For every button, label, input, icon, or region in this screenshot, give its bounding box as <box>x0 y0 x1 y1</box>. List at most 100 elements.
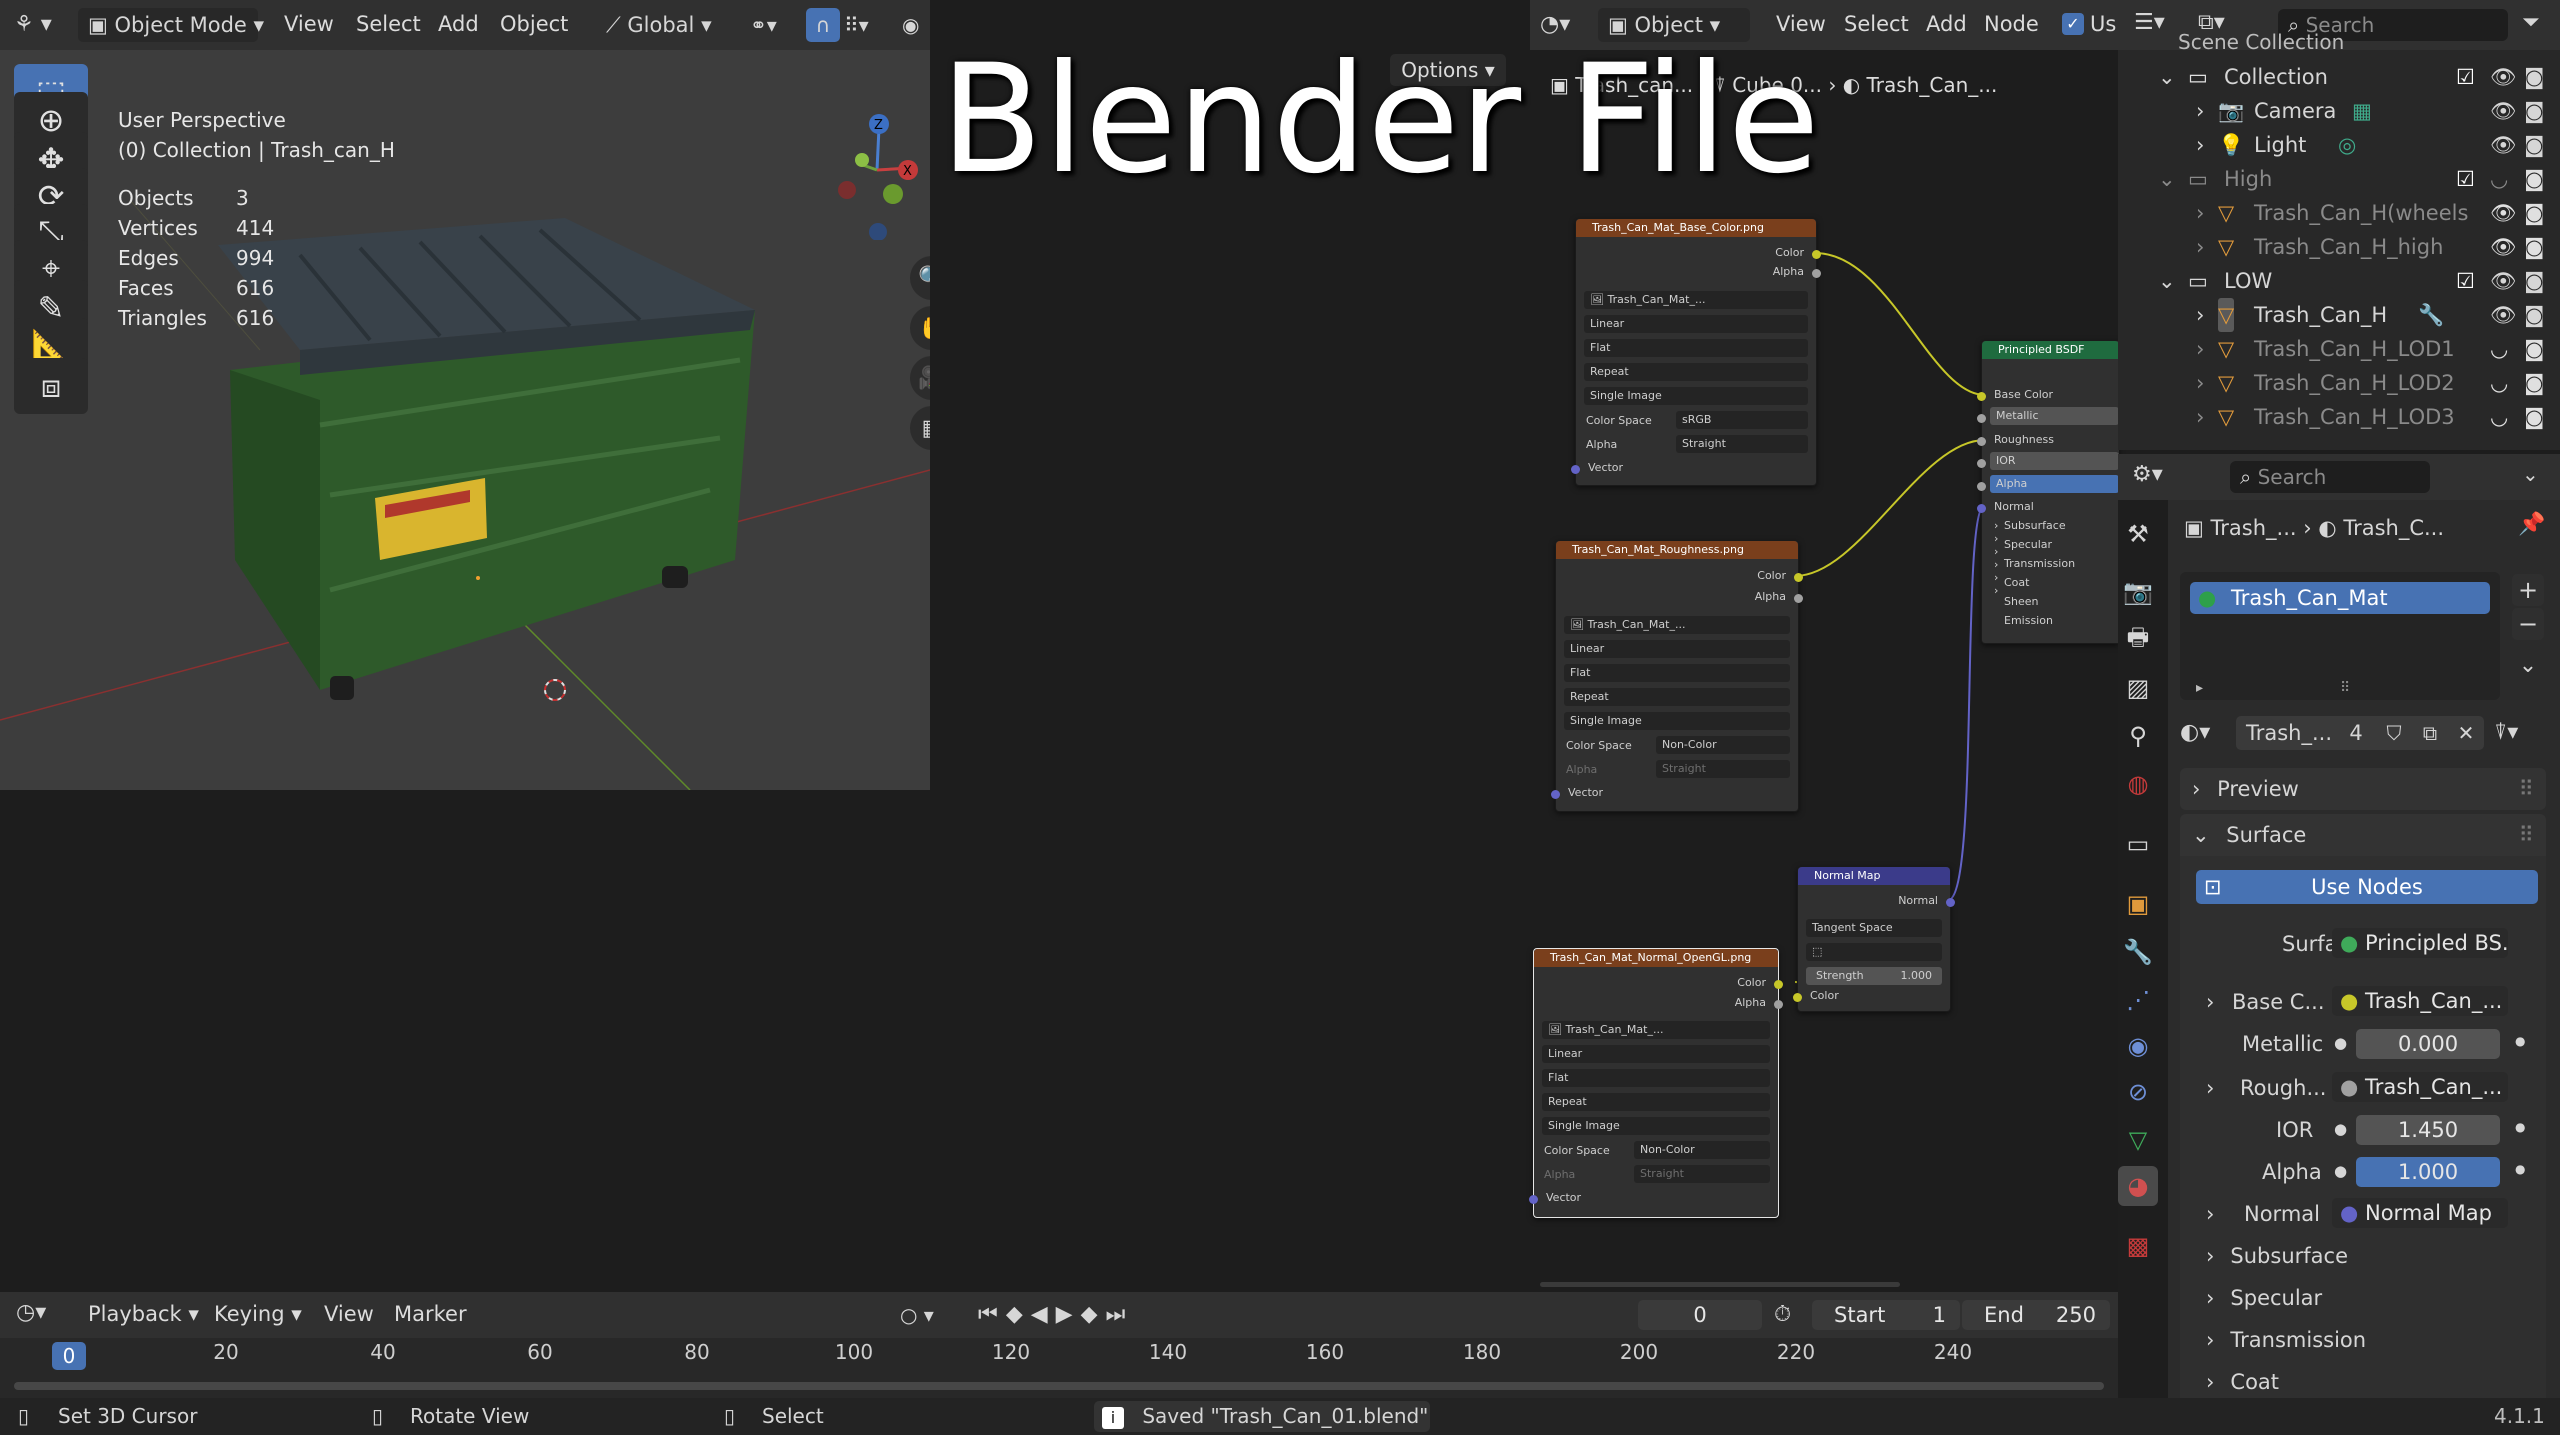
outliner-row-high-mesh[interactable]: › ▽ Trash_Can_H_high 👁 ◙ <box>2118 230 2560 264</box>
image-selector[interactable]: 🖼 Trash_Can_Mat_... <box>1542 1021 1770 1039</box>
include-checkbox[interactable]: ☑ <box>2456 264 2475 298</box>
breadcrumb-object[interactable]: Trash_... <box>2211 516 2297 540</box>
image-selector[interactable]: 🖼 Trash_Can_Mat_... <box>1564 616 1790 634</box>
tab-physics[interactable]: ◉ <box>2118 1026 2158 1066</box>
pin-button[interactable]: 📌 <box>2518 512 2545 537</box>
editor-type-button[interactable]: ⚘ ▾ <box>14 8 70 42</box>
subpanel-specular[interactable]: › Specular <box>2206 1286 2322 1310</box>
proportional-edit-toggle[interactable]: ◉ <box>902 8 930 42</box>
timeline-editor-type[interactable]: ◷▾ <box>16 1300 46 1325</box>
source-dropdown[interactable]: Single Image <box>1542 1117 1770 1135</box>
outliner-row-high[interactable]: ⌄ ▭ High ☑ ◡ ◙ <box>2118 162 2560 196</box>
eye-icon[interactable]: 👁 <box>2490 196 2517 230</box>
camera-render-icon[interactable]: ◙ <box>2524 196 2544 230</box>
subpanel-subsurface[interactable]: › Subsurface <box>2206 1244 2348 1268</box>
prop-normal-field[interactable]: ● Normal Map <box>2332 1198 2508 1228</box>
prop-ior-field[interactable]: 1.450 <box>2356 1115 2500 1145</box>
frame-end-field[interactable]: End 250 <box>1962 1300 2110 1330</box>
image-selector[interactable]: 🖼 Trash_Can_Mat_... <box>1584 291 1808 309</box>
camera-render-icon[interactable]: ◙ <box>2524 162 2544 196</box>
camera-render-icon[interactable]: ◙ <box>2524 230 2544 264</box>
uv-map-field[interactable]: ⬚ <box>1806 943 1942 961</box>
breadcrumb-material[interactable]: Trash_Can_... <box>1867 73 1998 97</box>
keyframe-dot-icon[interactable]: ● <box>2515 1120 2525 1134</box>
navigation-gizmo[interactable]: Z X <box>800 100 930 240</box>
prop-roughness-field[interactable]: ● Trash_Can_... <box>2332 1072 2508 1102</box>
node-menu-node[interactable]: Node <box>1984 12 2039 36</box>
tab-data[interactable]: ▽ <box>2118 1120 2158 1160</box>
current-frame-field[interactable]: 0 <box>1638 1300 1762 1330</box>
playhead[interactable]: 0 <box>52 1342 86 1370</box>
properties-options[interactable]: ⌄ <box>2522 462 2539 486</box>
section-sheen[interactable]: Sheen <box>2004 595 2038 608</box>
output-color-socket[interactable] <box>1774 980 1783 989</box>
interpolation-dropdown[interactable]: Linear <box>1584 315 1808 333</box>
output-alpha-socket[interactable] <box>1812 269 1821 278</box>
panel-surface[interactable]: ⌄ Surface ⠿ <box>2180 814 2546 856</box>
alpha-field[interactable]: Alpha <box>1990 475 2119 493</box>
input-color-socket[interactable] <box>1793 993 1802 1002</box>
strength-field[interactable]: Strength 1.000 <box>1806 967 1942 985</box>
include-checkbox[interactable]: ☑ <box>2456 162 2475 196</box>
eye-closed-icon[interactable]: ◡ <box>2490 400 2508 434</box>
panel-preview[interactable]: › Preview ⠿ <box>2180 768 2546 810</box>
prop-metallic-field[interactable]: 0.000 <box>2356 1029 2500 1059</box>
image-texture-node-normal[interactable]: Trash_Can_Mat_Normal_OpenGL.png Color Al… <box>1529 948 1783 1218</box>
keyframe-dot-icon[interactable]: ● <box>2515 1162 2525 1176</box>
section-coat[interactable]: Coat <box>2004 576 2029 589</box>
eye-closed-icon[interactable]: ◡ <box>2490 366 2508 400</box>
input-vector-socket[interactable] <box>1529 1195 1538 1204</box>
outliner-row-trash-can-h[interactable]: › ▽ Trash_Can_H 🔧 👁 ◙ <box>2118 298 2560 332</box>
material-browse-button[interactable]: ◐▾ <box>2180 716 2232 750</box>
colorspace-dropdown[interactable]: Non-Color <box>1656 736 1790 754</box>
camera-render-icon[interactable]: ◙ <box>2524 366 2544 400</box>
unlink-material-button[interactable]: ✕ <box>2448 716 2484 750</box>
timeline-menu-keying[interactable]: Keying ▾ <box>214 1302 302 1326</box>
interpolation-dropdown[interactable]: Linear <box>1564 640 1790 658</box>
outliner-row-wheels[interactable]: › ▽ Trash_Can_H(wheels 👁 ◙ <box>2118 196 2560 230</box>
material-slot-item[interactable]: ● Trash_Can_Mat <box>2190 582 2490 614</box>
tab-view-layer[interactable]: ▨ <box>2118 668 2158 708</box>
outliner-row-camera[interactable]: › 📷 Camera ▦ 👁 ◙ <box>2118 94 2560 128</box>
properties-editor-type[interactable]: ⚙▾ <box>2132 462 2163 487</box>
output-color-socket[interactable] <box>1794 573 1803 582</box>
slot-resize-handle[interactable]: ⠿ <box>2340 680 2350 696</box>
snap-target-dropdown[interactable]: ⠿▾ <box>844 8 890 42</box>
properties-search[interactable]: ⌕ Search <box>2230 461 2430 493</box>
input-roughness-socket[interactable] <box>1977 437 1986 446</box>
menu-select[interactable]: Select <box>356 12 421 36</box>
tab-scene[interactable]: ⚲ <box>2118 716 2158 756</box>
space-dropdown[interactable]: Tangent Space <box>1806 919 1942 937</box>
tab-particles[interactable]: ⋰ <box>2118 980 2158 1020</box>
tab-tool[interactable]: ⚒ <box>2118 514 2158 554</box>
section-specular[interactable]: Specular <box>2004 538 2052 551</box>
timeline-area[interactable]: 20 40 60 80 100 120 140 160 180 200 220 240 0 <box>0 1338 2118 1398</box>
play-icon[interactable]: ▶ <box>1056 1302 1081 1327</box>
prop-alpha-field[interactable]: 1.000 <box>2356 1157 2500 1187</box>
use-nodes-checkbox[interactable]: ✓ <box>2062 13 2084 35</box>
filter-button[interactable]: ⏷ <box>2522 10 2540 35</box>
output-alpha-socket[interactable] <box>1774 1000 1783 1009</box>
timeline-menu-playback[interactable]: Playback ▾ <box>88 1302 199 1326</box>
node-menu-select[interactable]: Select <box>1844 12 1909 36</box>
tab-render[interactable]: 📷 <box>2118 572 2158 612</box>
menu-view[interactable]: View <box>284 12 334 36</box>
node-editor-scrollbar[interactable] <box>1540 1282 1900 1287</box>
normal-map-node[interactable]: Normal Map Normal Tangent Space ⬚ Streng… <box>1793 866 1955 1012</box>
frame-start-field[interactable]: Start 1 <box>1812 1300 1960 1330</box>
camera-render-icon[interactable]: ◙ <box>2524 94 2544 128</box>
subpanel-coat[interactable]: › Coat <box>2206 1370 2279 1394</box>
tab-material[interactable]: ◕ <box>2118 1166 2158 1206</box>
alpha-mode-dropdown[interactable]: Straight <box>1676 435 1808 453</box>
input-ior-socket[interactable] <box>1977 459 1986 468</box>
extension-dropdown[interactable]: Repeat <box>1542 1093 1770 1111</box>
pivot-dropdown[interactable]: ⚭▾ <box>750 8 794 42</box>
interpolation-dropdown[interactable]: Linear <box>1542 1045 1770 1063</box>
colorspace-dropdown[interactable]: Non-Color <box>1634 1141 1770 1159</box>
projection-dropdown[interactable]: Flat <box>1542 1069 1770 1087</box>
menu-add[interactable]: Add <box>438 12 479 36</box>
jump-end-icon[interactable]: ⏭ <box>1106 1302 1134 1327</box>
slot-expand-button[interactable]: ▸ <box>2196 680 2203 696</box>
section-emission[interactable]: Emission <box>2004 614 2053 627</box>
input-metallic-socket[interactable] <box>1977 414 1986 423</box>
